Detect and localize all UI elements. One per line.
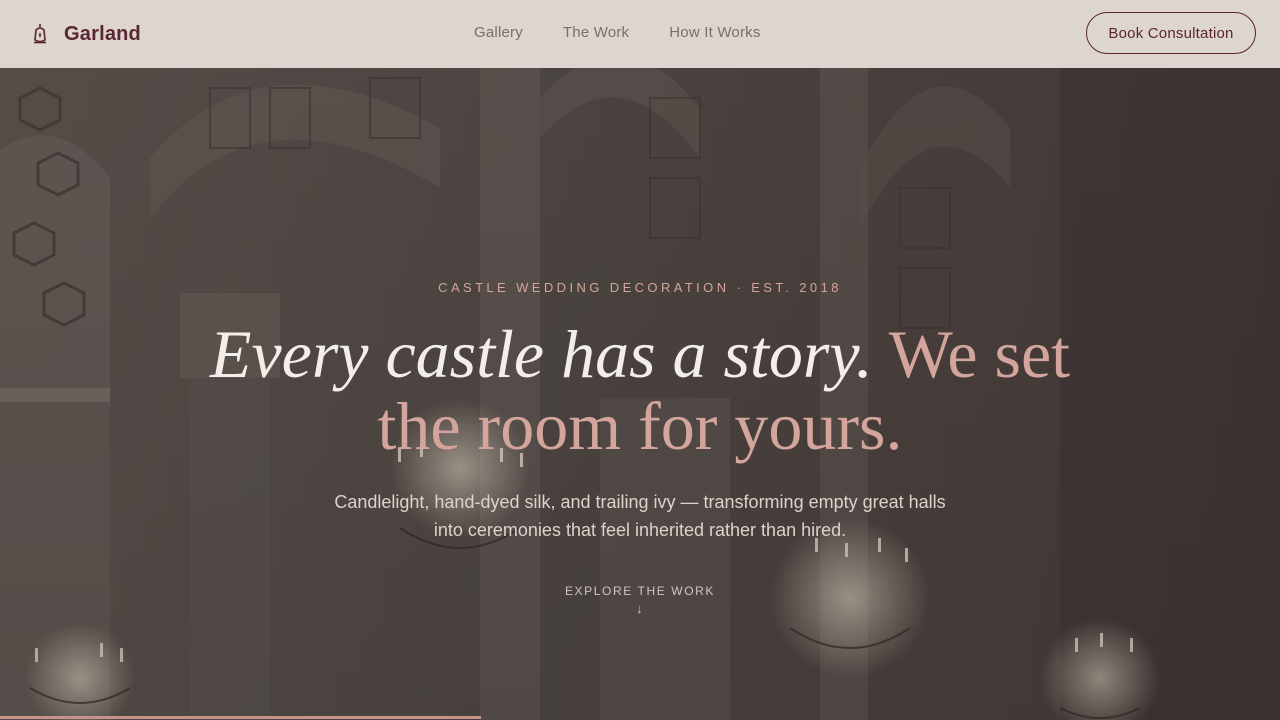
explore-label: EXPLORE THE WORK — [564, 584, 716, 598]
main-nav: Gallery The Work How It Works — [474, 24, 761, 41]
nav-link-the-work[interactable]: The Work — [563, 24, 629, 41]
lantern-icon — [34, 24, 46, 44]
arrow-down-icon: ↓ — [635, 601, 645, 616]
scroll-progress-bar — [0, 716, 482, 719]
site-header: Garland Gallery The Work How It Works Bo… — [0, 0, 1280, 68]
hero-headline: Every castle has a story. We set the roo… — [190, 318, 1090, 462]
brand-name: Garland — [64, 22, 141, 45]
explore-the-work-link[interactable]: EXPLORE THE WORK ↓ — [540, 584, 740, 616]
headline-italic-part: Every castle has a story. — [209, 316, 873, 392]
hero-subhead: Candlelight, hand-dyed silk, and trailin… — [334, 492, 946, 540]
book-consultation-button[interactable]: Book Consultation — [1086, 12, 1256, 54]
hero-eyebrow: CASTLE WEDDING DECORATION · EST. 2018 — [438, 280, 842, 295]
brand-logo[interactable]: Garland — [30, 20, 141, 48]
hero-section: CASTLE WEDDING DECORATION · EST. 2018 Ev… — [0, 68, 1280, 720]
nav-link-how-it-works[interactable]: How It Works — [669, 24, 760, 41]
hero-content: CASTLE WEDDING DECORATION · EST. 2018 Ev… — [0, 68, 1280, 720]
nav-link-gallery[interactable]: Gallery — [474, 24, 523, 41]
